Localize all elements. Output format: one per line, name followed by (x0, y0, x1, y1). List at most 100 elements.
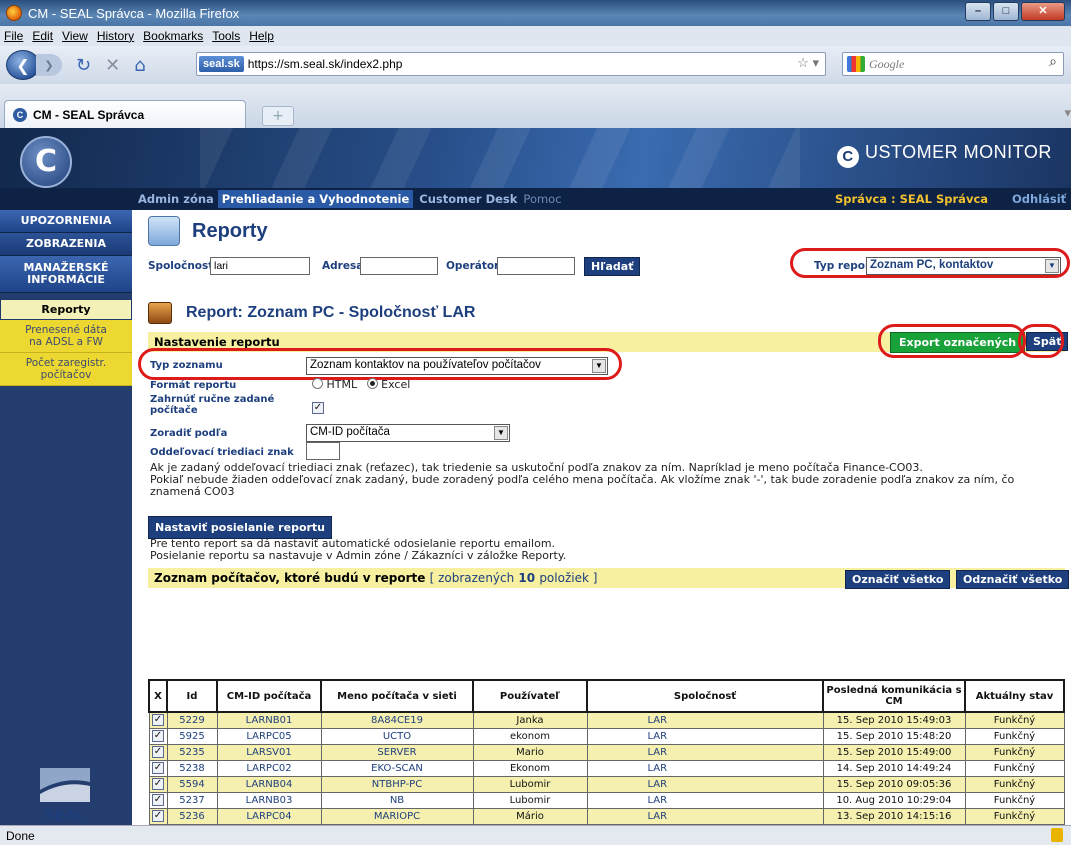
google-icon[interactable] (847, 56, 865, 72)
row-checkbox[interactable]: ✓ (152, 746, 164, 758)
col-company[interactable]: Spoločnosť (586, 679, 824, 713)
row-checkbox[interactable]: ✓ (152, 730, 164, 742)
sidebar-management-info[interactable]: MANAŽERSKÉ INFORMÁCIE (0, 256, 132, 293)
search-icon[interactable]: ⌕ (1049, 55, 1057, 71)
col-last-comm[interactable]: Posledná komunikácia s CM (822, 679, 966, 713)
row-checkbox-cell: ✓ (148, 759, 168, 777)
sidebar-alerts[interactable]: UPOZORNENIA (0, 210, 132, 233)
cell-cm-id: LARSV01 (216, 743, 322, 761)
menu-edit[interactable]: Edit (32, 29, 53, 43)
menu-history[interactable]: History (97, 29, 134, 43)
row-checkbox-cell: ✓ (148, 711, 168, 729)
cell-user: Lubomir (472, 775, 588, 793)
table-row: ✓ 5236 LARPC04 MARIOPC Mário LAR 13. Sep 2010 … (148, 807, 1065, 825)
cell-pc-name: EKO-SCAN (320, 759, 474, 777)
bookmark-star-icon[interactable]: ☆ ▾ (797, 55, 819, 71)
home-icon[interactable]: ⌂ (134, 55, 145, 76)
cell-pc-name: NB (320, 791, 474, 809)
menu-file[interactable]: File (4, 29, 23, 43)
cm-logo-letter: C (837, 146, 859, 168)
stop-icon[interactable]: ✕ (105, 55, 120, 76)
cell-cm-id: LARNB01 (216, 711, 322, 729)
app-logo-icon: C (20, 136, 72, 188)
row-checkbox[interactable]: ✓ (152, 810, 164, 822)
sidebar-item-reports[interactable]: Reporty (0, 299, 132, 320)
close-button[interactable]: ✕ (1021, 2, 1065, 21)
tab-strip: C CM - SEAL Správca + ▾ (0, 84, 1071, 128)
include-manual-checkbox[interactable]: ✓ (312, 402, 324, 414)
cell-status: Funkčný (964, 743, 1065, 761)
cell-status: Funkčný (964, 775, 1065, 793)
unselect-all-button[interactable]: Odznačiť všetko (956, 570, 1070, 589)
col-status[interactable]: Aktuálny stav (964, 679, 1065, 713)
format-html-radio[interactable] (312, 378, 323, 389)
cell-company: LAR (586, 727, 824, 745)
site-identity-badge[interactable]: seal.sk (199, 56, 244, 72)
table-row: ✓ 5925 LARPC05 UCTO ekonom LAR 15. Sep 2010 15… (148, 727, 1065, 745)
reload-icon[interactable]: ↻ (76, 55, 91, 76)
row-checkbox[interactable]: ✓ (152, 762, 164, 774)
nav-customer-desk[interactable]: Customer Desk (419, 192, 517, 206)
cell-user: Lubomir (472, 791, 588, 809)
row-checkbox[interactable]: ✓ (152, 778, 164, 790)
nav-admin-zone[interactable]: Admin zóna (138, 192, 214, 206)
url-bar[interactable]: seal.sk https://sm.seal.sk/index2.php ☆ … (196, 52, 826, 76)
col-pc-name[interactable]: Meno počítača v sieti (320, 679, 474, 713)
col-user[interactable]: Používateľ (472, 679, 588, 713)
logout-link[interactable]: Odhlásiť (1012, 192, 1066, 206)
menu-bookmarks[interactable]: Bookmarks (143, 29, 203, 43)
cell-cm-id: LARNB04 (216, 775, 322, 793)
table-header-row: X Id CM-ID počítača Meno počítača v siet… (148, 679, 1065, 713)
row-checkbox[interactable]: ✓ (152, 794, 164, 806)
separator-input[interactable] (306, 442, 340, 460)
chevron-down-icon: ▼ (494, 426, 508, 440)
window-title: CM - SEAL Správca - Mozilla Firefox (28, 5, 240, 21)
format-excel-radio[interactable] (366, 378, 378, 389)
list-count: 10 (518, 571, 536, 585)
firefox-icon (6, 5, 22, 21)
select-all-button[interactable]: Označiť všetko (845, 570, 951, 589)
sidebar-item-registered[interactable]: Počet zaregistr. počítačov (0, 353, 132, 386)
cell-pc-name: MARIOPC (320, 807, 474, 825)
cell-cm-id: LARNB03 (216, 791, 322, 809)
search-button[interactable]: Hľadať (584, 257, 641, 276)
tab-scroll-icon[interactable]: ▾ (1064, 106, 1071, 121)
status-bar: Done (0, 825, 1071, 845)
col-id[interactable]: Id (166, 679, 218, 713)
address-input[interactable] (360, 257, 438, 275)
browser-tab[interactable]: C CM - SEAL Správca (4, 100, 246, 128)
app-banner: C USTOMER MONITOR (0, 128, 1071, 188)
seal-logo: SEAL (40, 768, 90, 824)
cell-id: 5238 (166, 759, 218, 777)
schedule-report-button[interactable]: Nastaviť posielanie reportu (148, 516, 333, 539)
maximize-button[interactable]: □ (993, 2, 1019, 21)
format-options: HTML Excel (312, 378, 410, 391)
menu-view[interactable]: View (62, 29, 88, 43)
table-row: ✓ 5229 LARNB01 8A84CE19 Janka LAR 15. Sep 2010… (148, 711, 1065, 729)
nav-help[interactable]: Pomoc (523, 192, 561, 206)
row-checkbox-cell: ✓ (148, 775, 168, 793)
row-checkbox[interactable]: ✓ (152, 714, 164, 727)
address-label: Adresa (322, 260, 364, 272)
back-icon[interactable]: ❮ (6, 50, 40, 80)
cell-pc-name: 8A84CE19 (320, 711, 474, 729)
row-checkbox-cell: ✓ (148, 743, 168, 761)
format-excel-label: Excel (381, 378, 411, 391)
minimize-button[interactable]: – (965, 2, 991, 21)
company-input[interactable]: lari (210, 257, 310, 275)
sidebar-item-adsl[interactable]: Prenesené dáta na ADSL a FW (0, 320, 132, 353)
cell-pc-name: NTBHP-PC (320, 775, 474, 793)
nav-browse-evaluate[interactable]: Prehliadanie a Vyhodnotenie (217, 190, 414, 208)
operator-input[interactable] (497, 257, 575, 275)
forward-icon[interactable]: ❯ (36, 54, 62, 76)
cell-pc-name: UCTO (320, 727, 474, 745)
sidebar-views[interactable]: ZOBRAZENIA (0, 233, 132, 256)
menu-help[interactable]: Help (249, 29, 274, 43)
sort-select[interactable]: CM-ID počítača ▼ (306, 424, 510, 442)
menu-tools[interactable]: Tools (212, 29, 240, 43)
search-box[interactable]: Google ⌕ (842, 52, 1064, 76)
new-tab-button[interactable]: + (262, 106, 294, 126)
top-navigation: Admin zóna Prehliadanie a Vyhodnotenie C… (0, 188, 1071, 210)
table-row: ✓ 5594 LARNB04 NTBHP-PC Lubomir LAR 15. Sep 20… (148, 775, 1065, 793)
col-cm-id[interactable]: CM-ID počítača (216, 679, 322, 713)
